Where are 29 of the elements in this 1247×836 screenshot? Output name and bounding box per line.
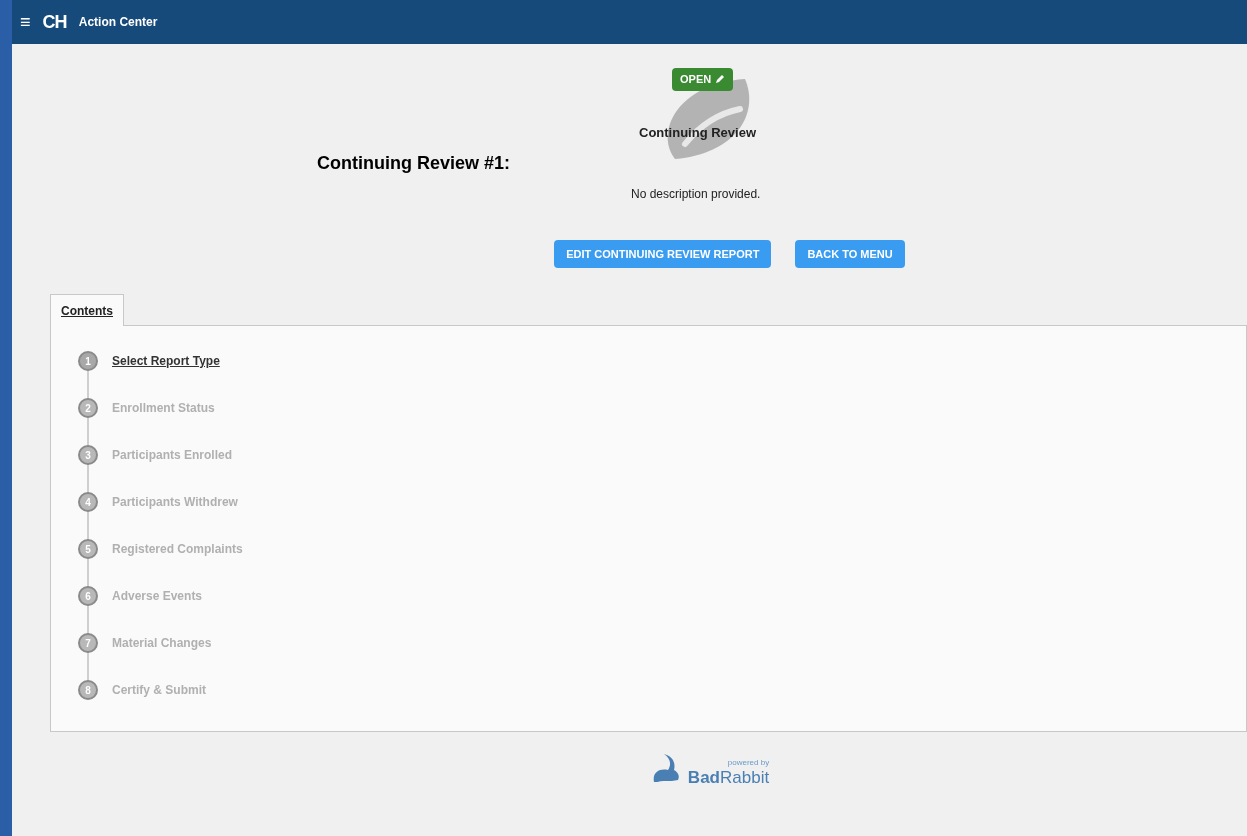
step-link[interactable]: Select Report Type xyxy=(112,352,220,370)
brand-name: BadRabbit xyxy=(687,769,770,786)
step-number: 7 xyxy=(78,633,98,653)
report-type-label: Continuing Review xyxy=(639,124,756,142)
menu-button[interactable]: ≡ xyxy=(20,13,31,31)
action-button[interactable]: BACK TO MENU xyxy=(795,240,905,268)
logo: CH xyxy=(42,11,67,34)
step-number: 5 xyxy=(78,539,98,559)
powered-by-text: powered by xyxy=(727,757,770,769)
app-title: Action Center xyxy=(78,14,158,31)
report-title: Continuing Review #1: xyxy=(317,152,511,175)
step-link[interactable]: Adverse Events xyxy=(112,587,203,605)
step-number: 3 xyxy=(78,445,98,465)
step-number: 1 xyxy=(78,351,98,371)
action-button[interactable]: EDIT CONTINUING REVIEW REPORT xyxy=(554,240,772,268)
step-link[interactable]: Enrollment Status xyxy=(112,399,215,417)
step-link[interactable]: Registered Complaints xyxy=(112,540,243,558)
step-link[interactable]: Participants Withdrew xyxy=(112,493,238,511)
step-link[interactable]: Material Changes xyxy=(112,634,212,652)
step-link[interactable]: Participants Enrolled xyxy=(112,446,233,464)
description-text: No description provided. xyxy=(631,186,761,203)
pencil-icon xyxy=(715,74,726,85)
step-number: 4 xyxy=(78,492,98,512)
step-number: 6 xyxy=(78,586,98,606)
tab[interactable]: Contents xyxy=(50,294,124,326)
step-number: 8 xyxy=(78,680,98,700)
status-badge[interactable]: OPEN xyxy=(672,68,734,91)
step-link[interactable]: Certify & Submit xyxy=(112,681,206,699)
step-number: 2 xyxy=(78,398,98,418)
